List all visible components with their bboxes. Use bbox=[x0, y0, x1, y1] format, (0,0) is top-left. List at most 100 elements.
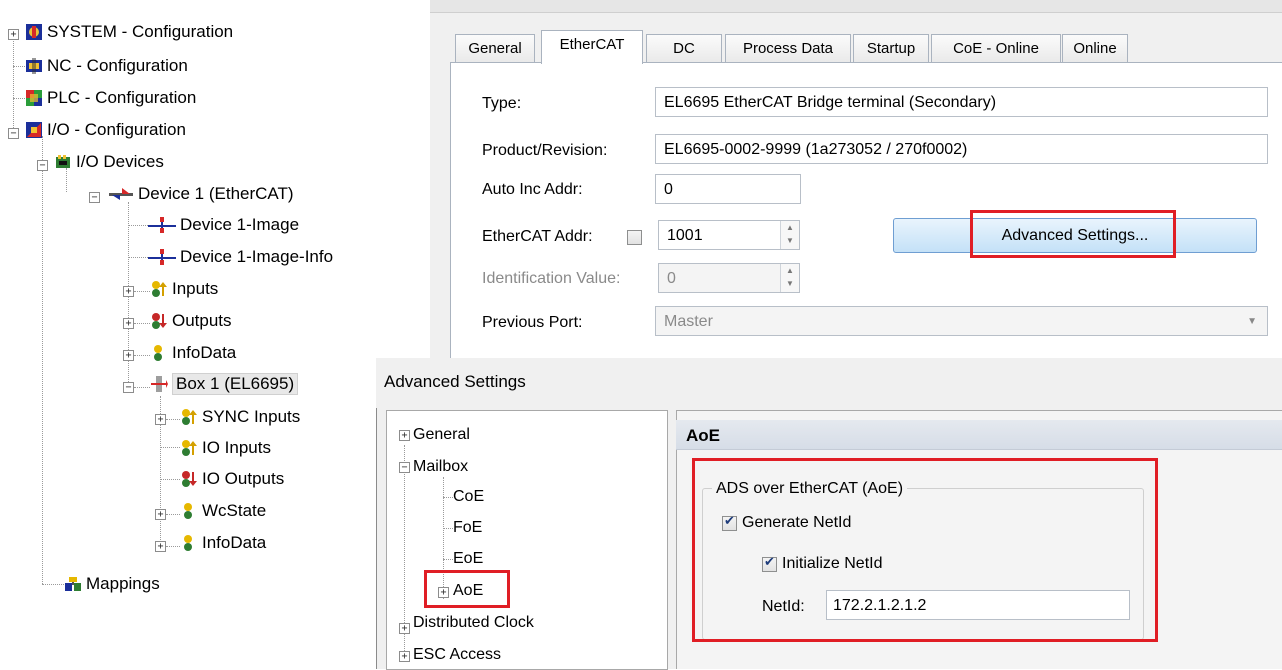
tree-line bbox=[160, 447, 180, 448]
tree-item-outputs[interactable]: Outputs bbox=[150, 309, 232, 333]
expand-plus-icon[interactable]: + bbox=[155, 509, 166, 520]
toolbar-strip bbox=[430, 0, 1282, 13]
collapse-minus-icon[interactable]: − bbox=[8, 128, 19, 139]
identification-value-label: Identification Value: bbox=[482, 270, 621, 287]
tree-line bbox=[13, 98, 25, 99]
collapse-minus-icon[interactable]: − bbox=[89, 192, 100, 203]
tree-item-infodata[interactable]: InfoData bbox=[150, 341, 236, 365]
tree-item-io[interactable]: I/O - Configuration bbox=[25, 118, 186, 142]
tree-item-io-outputs[interactable]: IO Outputs bbox=[180, 467, 284, 491]
advanced-settings-button[interactable]: Advanced Settings... bbox=[893, 218, 1257, 253]
dialog-tree-distributed-clock[interactable]: Distributed Clock bbox=[413, 611, 534, 635]
tree-item-label: Device 1-Image bbox=[180, 215, 300, 234]
tab-coe-online[interactable]: CoE - Online bbox=[931, 34, 1061, 63]
ethercat-addr-input[interactable]: 1001 ▲ ▼ bbox=[658, 220, 800, 250]
tree-item-label: IO Outputs bbox=[202, 469, 285, 488]
expand-plus-icon[interactable]: + bbox=[8, 29, 19, 40]
tree-line bbox=[42, 584, 64, 585]
generate-netid-checkbox[interactable] bbox=[722, 514, 737, 531]
tree-item-device1-image[interactable]: Device 1-Image bbox=[148, 213, 299, 237]
auto-inc-addr-field: 0 bbox=[655, 174, 801, 204]
expand-plus-icon[interactable]: + bbox=[438, 587, 449, 598]
tree-line bbox=[128, 257, 148, 258]
tree-line bbox=[13, 66, 25, 67]
nc-config-icon bbox=[25, 57, 43, 75]
dialog-tree-aoe[interactable]: AoE bbox=[453, 579, 483, 603]
tree-item-system[interactable]: SYSTEM - Configuration bbox=[25, 20, 233, 44]
netid-label: NetId: bbox=[762, 598, 805, 615]
tree-line bbox=[134, 355, 150, 356]
expand-plus-icon[interactable]: + bbox=[399, 651, 410, 662]
tree-item-label: IO Inputs bbox=[202, 438, 271, 457]
dialog-tree-esc-access[interactable]: ESC Access bbox=[413, 643, 501, 667]
dialog-tree-general[interactable]: General bbox=[413, 423, 470, 447]
expand-plus-icon[interactable]: + bbox=[155, 414, 166, 425]
collapse-minus-icon[interactable]: − bbox=[399, 462, 410, 473]
tree-line bbox=[443, 528, 453, 529]
tab-ethercat[interactable]: EtherCAT bbox=[541, 30, 643, 64]
tree-line bbox=[13, 38, 14, 128]
inputs-icon bbox=[150, 280, 168, 298]
previous-port-label: Previous Port: bbox=[482, 314, 583, 331]
tab-process-data[interactable]: Process Data bbox=[725, 34, 851, 63]
tree-item-io-inputs[interactable]: IO Inputs bbox=[180, 436, 271, 460]
initialize-netid-label: Initialize NetId bbox=[782, 555, 883, 572]
expand-plus-icon[interactable]: + bbox=[155, 541, 166, 552]
tree-item-label: NC - Configuration bbox=[47, 56, 188, 75]
outputs-icon bbox=[150, 312, 168, 330]
tab-dc[interactable]: DC bbox=[646, 34, 722, 63]
previous-port-select[interactable]: Master ▼ bbox=[655, 306, 1268, 336]
chevron-down-icon[interactable]: ▼ bbox=[1247, 307, 1257, 337]
spin-down-icon[interactable]: ▼ bbox=[781, 234, 799, 247]
type-field: EL6695 EtherCAT Bridge terminal (Seconda… bbox=[655, 87, 1268, 117]
infodata-icon bbox=[180, 534, 198, 552]
tree-item-label: WcState bbox=[202, 501, 267, 520]
tree-item-mappings[interactable]: Mappings bbox=[64, 572, 160, 596]
tree-item-label: SYNC Inputs bbox=[202, 407, 301, 426]
collapse-minus-icon[interactable]: − bbox=[37, 160, 48, 171]
auto-inc-addr-label: Auto Inc Addr: bbox=[482, 181, 583, 198]
dialog-tree-eoe[interactable]: EoE bbox=[453, 547, 483, 571]
expand-plus-icon[interactable]: + bbox=[123, 350, 134, 361]
tree-item-device1[interactable]: Device 1 (EtherCAT) bbox=[108, 182, 294, 206]
solution-tree: + SYSTEM - Configuration NC - Configurat… bbox=[0, 0, 376, 668]
expand-plus-icon[interactable]: + bbox=[399, 430, 410, 441]
mappings-icon bbox=[64, 575, 82, 593]
tree-item-device1-image-info[interactable]: Device 1-Image-Info bbox=[148, 245, 333, 269]
addr-spinner[interactable]: ▲ ▼ bbox=[780, 221, 799, 249]
expand-plus-icon[interactable]: + bbox=[123, 286, 134, 297]
tab-online[interactable]: Online bbox=[1062, 34, 1128, 63]
inputs-icon bbox=[180, 408, 198, 426]
tree-item-plc[interactable]: PLC - Configuration bbox=[25, 86, 196, 110]
dialog-title: Advanced Settings bbox=[384, 372, 526, 391]
ethercat-addr-checkbox[interactable] bbox=[627, 230, 642, 245]
product-revision-label: Product/Revision: bbox=[482, 142, 608, 159]
plc-config-icon bbox=[25, 89, 43, 107]
tab-startup[interactable]: Startup bbox=[853, 34, 929, 63]
expand-plus-icon[interactable]: + bbox=[123, 318, 134, 329]
tree-item-io-devices[interactable]: I/O Devices bbox=[54, 150, 164, 174]
tree-item-wcstate[interactable]: WcState bbox=[180, 499, 266, 523]
spin-up-icon[interactable]: ▲ bbox=[781, 221, 799, 234]
tree-line bbox=[134, 387, 150, 388]
collapse-minus-icon[interactable]: − bbox=[123, 382, 134, 393]
previous-port-value: Master bbox=[664, 313, 713, 330]
dialog-tree-mailbox[interactable]: Mailbox bbox=[413, 455, 468, 479]
initialize-netid-checkbox[interactable] bbox=[762, 555, 777, 572]
tree-line bbox=[128, 225, 148, 226]
spin-down-icon: ▼ bbox=[786, 279, 794, 288]
tree-item-nc[interactable]: NC - Configuration bbox=[25, 54, 188, 78]
tree-item-inputs[interactable]: Inputs bbox=[150, 277, 218, 301]
tree-item-box-infodata[interactable]: InfoData bbox=[180, 531, 266, 555]
system-config-icon bbox=[25, 23, 43, 41]
tree-item-box1[interactable]: Box 1 (EL6695) bbox=[150, 372, 299, 396]
expand-plus-icon[interactable]: + bbox=[399, 623, 410, 634]
dialog-tree-coe[interactable]: CoE bbox=[453, 485, 484, 509]
tab-general[interactable]: General bbox=[455, 34, 535, 63]
tree-item-label: Device 1 (EtherCAT) bbox=[138, 184, 294, 203]
generate-netid-label: Generate NetId bbox=[742, 514, 852, 531]
tree-item-sync-inputs[interactable]: SYNC Inputs bbox=[180, 405, 300, 429]
wcstate-icon bbox=[180, 502, 198, 520]
netid-input[interactable]: 172.2.1.2.1.2 bbox=[826, 590, 1130, 620]
dialog-tree-foe[interactable]: FoE bbox=[453, 516, 482, 540]
